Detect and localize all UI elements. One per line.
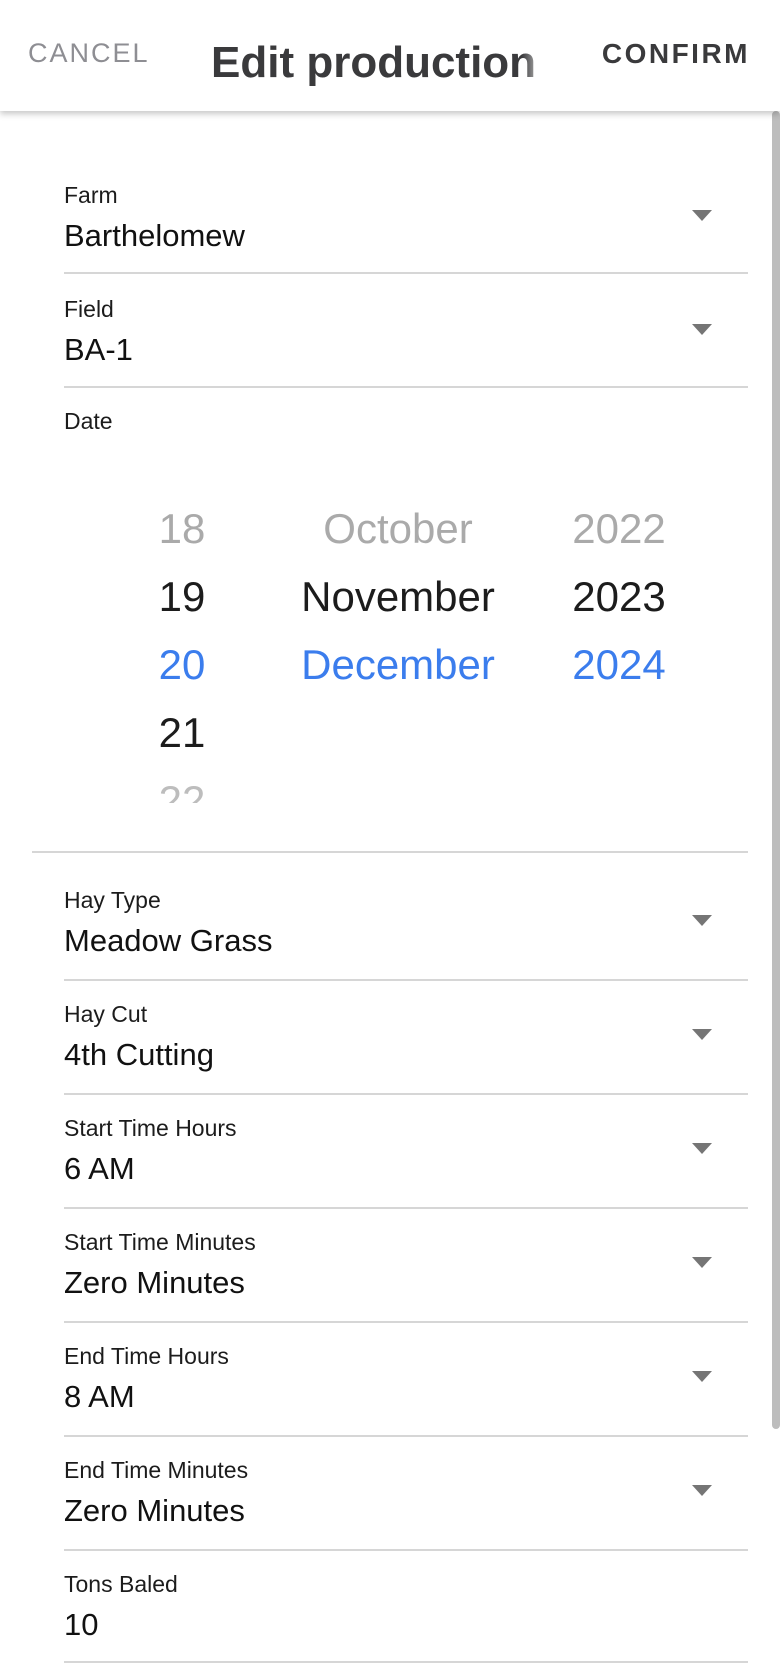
- day-option[interactable]: 22: [142, 777, 222, 803]
- year-option[interactable]: 2023: [554, 573, 684, 621]
- date-label: Date: [64, 408, 113, 434]
- day-option[interactable]: 21: [142, 709, 222, 757]
- cancel-button[interactable]: CANCEL: [28, 38, 150, 69]
- caret-down-icon: [692, 1371, 712, 1382]
- end-hours-select[interactable]: End Time Hours 8 AM: [64, 1321, 748, 1437]
- field-select[interactable]: Field BA-1: [64, 272, 748, 388]
- tons-baled-label: Tons Baled: [64, 1571, 178, 1597]
- year-option[interactable]: 2022: [554, 505, 684, 553]
- hay-cut-value: 4th Cutting: [64, 1037, 214, 1072]
- end-minutes-value: Zero Minutes: [64, 1493, 245, 1528]
- hay-cut-select[interactable]: Hay Cut 4th Cutting: [64, 979, 748, 1095]
- caret-down-icon: [692, 915, 712, 926]
- scrollbar[interactable]: [772, 111, 780, 1429]
- caret-down-icon: [692, 1029, 712, 1040]
- month-option[interactable]: November: [278, 573, 518, 621]
- caret-down-icon: [692, 210, 712, 221]
- farm-label: Farm: [64, 182, 118, 208]
- hay-cut-label: Hay Cut: [64, 1001, 148, 1027]
- start-minutes-value: Zero Minutes: [64, 1265, 245, 1300]
- day-option[interactable]: 19: [142, 573, 222, 621]
- month-option-selected[interactable]: December: [278, 641, 518, 689]
- caret-down-icon: [692, 1143, 712, 1154]
- caret-down-icon: [692, 1485, 712, 1496]
- end-minutes-select[interactable]: End Time Minutes Zero Minutes: [64, 1435, 748, 1551]
- end-hours-label: End Time Hours: [64, 1343, 229, 1369]
- start-hours-label: Start Time Hours: [64, 1115, 237, 1141]
- start-minutes-label: Start Time Minutes: [64, 1229, 256, 1255]
- hay-type-label: Hay Type: [64, 887, 161, 913]
- farm-value: Barthelomew: [64, 218, 245, 253]
- hay-type-value: Meadow Grass: [64, 923, 273, 958]
- tons-baled-value[interactable]: 10: [64, 1607, 98, 1643]
- tons-baled-input[interactable]: Tons Baled 10: [64, 1549, 748, 1663]
- end-minutes-label: End Time Minutes: [64, 1457, 249, 1483]
- page-title: Edit production: [211, 38, 537, 87]
- month-option[interactable]: October: [278, 505, 518, 553]
- day-option[interactable]: 18: [142, 505, 222, 553]
- start-hours-value: 6 AM: [64, 1151, 135, 1186]
- field-value: BA-1: [64, 332, 133, 367]
- date-picker: Date 18 19 20 21 22 October November Dec…: [32, 387, 748, 853]
- caret-down-icon: [692, 324, 712, 335]
- top-bar: CANCEL Edit production CONFIRM: [0, 0, 780, 111]
- caret-down-icon: [692, 1257, 712, 1268]
- end-hours-value: 8 AM: [64, 1379, 135, 1414]
- farm-select[interactable]: Farm Barthelomew: [64, 158, 748, 274]
- field-label: Field: [64, 296, 114, 322]
- start-minutes-select[interactable]: Start Time Minutes Zero Minutes: [64, 1207, 748, 1323]
- hay-type-select[interactable]: Hay Type Meadow Grass: [64, 865, 748, 981]
- start-hours-select[interactable]: Start Time Hours 6 AM: [64, 1093, 748, 1209]
- confirm-button[interactable]: CONFIRM: [602, 38, 750, 70]
- day-option-selected[interactable]: 20: [142, 641, 222, 689]
- year-option-selected[interactable]: 2024: [554, 641, 684, 689]
